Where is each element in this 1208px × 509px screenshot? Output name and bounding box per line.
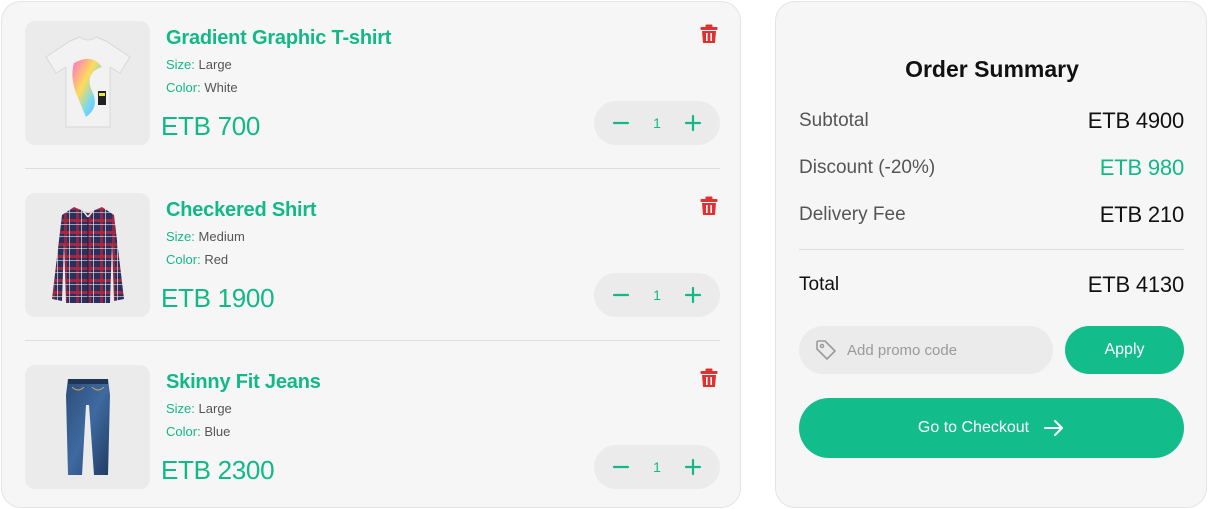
- quantity-value: 1: [653, 287, 661, 303]
- plus-icon: [684, 286, 702, 304]
- discount-label: Discount (-20%): [799, 157, 936, 178]
- decrease-button[interactable]: [610, 456, 632, 478]
- checkout-label: Go to Checkout: [917, 419, 1030, 436]
- discount-value: ETB 980: [1099, 155, 1184, 180]
- order-summary-panel: Order Summary Subtotal ETB 4900 Discount…: [775, 1, 1207, 508]
- delivery-fee-value: ETB 210: [1099, 202, 1184, 227]
- size-value: Large: [198, 401, 232, 416]
- total-label: Total: [799, 274, 840, 295]
- item-size: Size: Large: [166, 57, 232, 72]
- apply-button[interactable]: Apply: [1065, 326, 1184, 374]
- color-label: Color:: [166, 424, 201, 439]
- delivery-fee-row: Delivery Fee ETB 210: [799, 202, 1184, 228]
- item-color: Color: Red: [166, 252, 228, 267]
- minus-icon: [612, 293, 630, 297]
- item-divider: [25, 340, 720, 341]
- subtotal-value: ETB 4900: [1087, 108, 1184, 133]
- summary-divider: [799, 249, 1184, 250]
- plus-icon: [684, 114, 702, 132]
- minus-icon: [612, 121, 630, 125]
- jeans-icon: [65, 379, 110, 475]
- product-image[interactable]: [25, 365, 150, 489]
- cart-item: Gradient Graphic T-shirt Size: Large Col…: [25, 21, 720, 145]
- increase-button[interactable]: [682, 112, 704, 134]
- quantity-stepper: 1: [594, 273, 720, 317]
- item-name[interactable]: Skinny Fit Jeans: [166, 371, 321, 394]
- quantity-stepper: 1: [594, 445, 720, 489]
- delete-button[interactable]: [698, 23, 720, 45]
- promo-code-field[interactable]: [799, 326, 1053, 374]
- trash-icon: [700, 24, 718, 43]
- delivery-fee-label: Delivery Fee: [799, 204, 906, 225]
- arrow-right-icon: [1044, 420, 1064, 436]
- item-price: ETB 1900: [161, 283, 275, 313]
- delete-button[interactable]: [698, 195, 720, 217]
- decrease-button[interactable]: [610, 284, 632, 306]
- increase-button[interactable]: [682, 456, 704, 478]
- promo-code-input[interactable]: [847, 341, 1037, 359]
- trash-icon: [700, 196, 718, 215]
- size-value: Medium: [198, 229, 245, 244]
- summary-title: Order Summary: [905, 56, 1079, 82]
- item-price: ETB 2300: [161, 455, 275, 485]
- color-label: Color:: [166, 252, 201, 267]
- item-color: Color: White: [166, 80, 238, 95]
- discount-row: Discount (-20%) ETB 980: [799, 155, 1184, 181]
- color-value: Red: [204, 252, 229, 267]
- cart-panel: Gradient Graphic T-shirt Size: Large Col…: [1, 1, 741, 508]
- size-label: Size:: [166, 57, 195, 72]
- delete-button[interactable]: [698, 367, 720, 389]
- cart-item: Skinny Fit Jeans Size: Large Color: Blue…: [25, 365, 720, 489]
- quantity-value: 1: [653, 115, 661, 131]
- item-size: Size: Medium: [166, 229, 245, 244]
- item-divider: [25, 168, 720, 169]
- plus-icon: [684, 458, 702, 476]
- subtotal-label: Subtotal: [799, 110, 869, 131]
- item-name[interactable]: Gradient Graphic T-shirt: [166, 27, 391, 50]
- shirt-icon: [51, 206, 124, 303]
- product-image[interactable]: [25, 193, 150, 317]
- size-value: Large: [198, 57, 232, 72]
- tag-icon: [816, 340, 836, 360]
- item-size: Size: Large: [166, 401, 232, 416]
- trash-icon: [700, 368, 718, 387]
- product-image[interactable]: [25, 21, 150, 145]
- total-value: ETB 4130: [1087, 272, 1184, 297]
- item-color: Color: Blue: [166, 424, 230, 439]
- quantity-value: 1: [653, 459, 661, 475]
- increase-button[interactable]: [682, 284, 704, 306]
- item-price: ETB 700: [161, 111, 261, 141]
- color-label: Color:: [166, 80, 201, 95]
- subtotal-row: Subtotal ETB 4900: [799, 108, 1184, 134]
- decrease-button[interactable]: [610, 112, 632, 134]
- color-value: White: [204, 80, 238, 95]
- size-label: Size:: [166, 229, 195, 244]
- quantity-stepper: 1: [594, 101, 720, 145]
- tshirt-icon: [44, 36, 131, 128]
- cart-item: Checkered Shirt Size: Medium Color: Red …: [25, 193, 720, 317]
- minus-icon: [612, 465, 630, 469]
- color-value: Blue: [204, 424, 231, 439]
- total-row: Total ETB 4130: [799, 272, 1184, 298]
- size-label: Size:: [166, 401, 195, 416]
- checkout-button[interactable]: Go to Checkout: [799, 398, 1184, 458]
- item-name[interactable]: Checkered Shirt: [166, 199, 317, 222]
